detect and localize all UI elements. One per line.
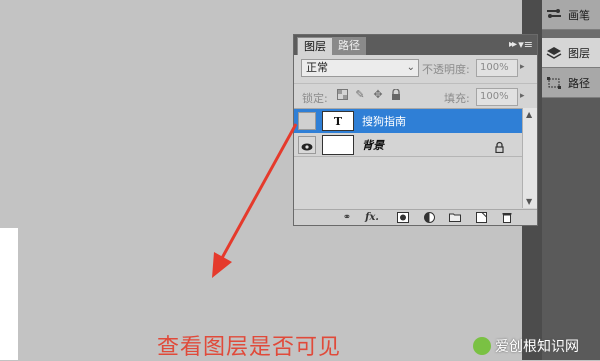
opacity-dropdown-icon[interactable]: ▸ (520, 62, 525, 72)
blend-mode-select[interactable]: 正常 ⌄ (301, 59, 419, 77)
group-icon[interactable] (448, 212, 462, 224)
text-layer-thumbnail: T (322, 111, 354, 131)
tab-paths[interactable]: 路径 (332, 37, 366, 55)
annotation-caption: 查看图层是否可见 (157, 335, 342, 360)
link-icon[interactable]: ⚭ (340, 212, 354, 224)
watermark: 爱创根知识网 (473, 334, 597, 358)
fill-dropdown-icon[interactable]: ▸ (520, 91, 525, 101)
fill-field[interactable]: 100% (476, 88, 518, 106)
lock-move-icon[interactable]: ✥ (372, 89, 384, 101)
arrow-shaft (220, 123, 298, 259)
scroll-up-icon[interactable]: ▲ (526, 110, 532, 119)
watermark-text: 爱创根知识网 (495, 339, 579, 355)
mask-icon[interactable] (396, 212, 410, 224)
dock-brush-button[interactable]: 画笔 (542, 0, 600, 30)
layer-name: 背景 (362, 139, 384, 152)
dock-paths-label: 路径 (568, 76, 590, 90)
lock-all-icon[interactable] (390, 88, 402, 101)
blend-mode-value: 正常 (306, 61, 328, 74)
paths-icon (544, 73, 564, 93)
panel-tab-bar: 图层 路径 ▸▸ ▾≡ (294, 35, 537, 55)
dock-brush-label: 画笔 (568, 8, 590, 22)
scroll-down-icon[interactable]: ▼ (526, 197, 532, 206)
panel-menu-icon[interactable]: ▾≡ (518, 38, 533, 51)
lock-row: 锁定: ✎ ✥ 填充: 100% ▸ (294, 83, 537, 107)
lock-label: 锁定: (302, 92, 328, 105)
layer-list: T 搜狗指南 背景 (294, 108, 522, 208)
double-chevron-right-icon[interactable]: ▸▸ (509, 39, 517, 50)
visibility-toggle-off[interactable] (298, 112, 316, 130)
layers-panel: 图层 路径 ▸▸ ▾≡ 正常 ⌄ 不透明度: 100% ▸ 锁定: ✎ ✥ 填充… (293, 34, 538, 226)
new-layer-icon[interactable] (474, 212, 488, 224)
visibility-toggle-on[interactable] (298, 136, 316, 154)
layer-row-background[interactable]: 背景 (294, 133, 522, 157)
tab-layers[interactable]: 图层 (297, 37, 333, 55)
lock-brush-icon[interactable]: ✎ (354, 89, 366, 101)
adjustment-icon[interactable] (422, 212, 436, 224)
blend-row: 正常 ⌄ 不透明度: 100% ▸ (294, 57, 537, 81)
background-layer-thumbnail (322, 135, 354, 155)
opacity-field[interactable]: 100% (476, 59, 518, 77)
layer-name: 搜狗指南 (362, 115, 406, 128)
arrow-head (212, 252, 232, 278)
photoshop-workspace: 画笔 图层 路径 图层 路径 ▸▸ ▾≡ 正常 ⌄ 不透明度: 100% ▸ 锁… (0, 0, 600, 360)
lock-icon (494, 138, 506, 154)
panel-bottom-toolbar: ⚭ fx. (294, 209, 537, 225)
layer-row-text[interactable]: T 搜狗指南 (294, 109, 522, 133)
brush-preset-icon (544, 5, 564, 25)
fx-icon[interactable]: fx. (364, 212, 380, 224)
document-canvas-edge (0, 228, 18, 360)
dock-layers-label: 图层 (568, 46, 590, 60)
opacity-label: 不透明度: (422, 63, 470, 76)
chevron-down-icon: ⌄ (406, 62, 415, 73)
eye-icon (301, 136, 313, 155)
watermark-logo-icon (473, 337, 491, 355)
layer-list-scrollbar[interactable]: ▲ ▼ (522, 108, 537, 208)
fill-label: 填充: (444, 92, 470, 105)
layers-icon (544, 43, 564, 63)
trash-icon[interactable] (500, 212, 514, 224)
lock-transparent-icon[interactable] (336, 89, 348, 101)
dock-separator (542, 30, 600, 38)
dock-layers-button[interactable]: 图层 (542, 38, 600, 68)
dock-paths-button[interactable]: 路径 (542, 68, 600, 98)
